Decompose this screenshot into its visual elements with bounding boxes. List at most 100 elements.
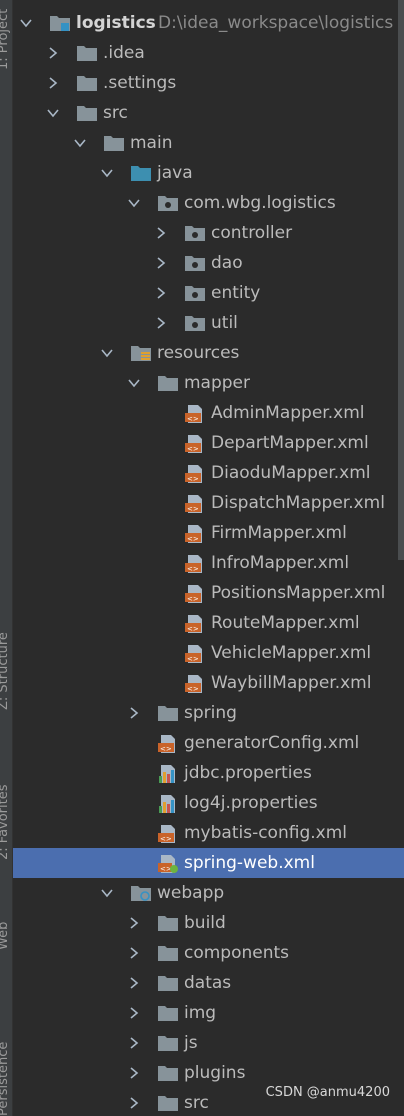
tree-row[interactable]: components [13, 938, 404, 968]
chevron-right-icon[interactable] [45, 68, 61, 98]
properties-file-icon [157, 788, 179, 818]
chevron-down-icon[interactable] [99, 338, 115, 368]
folder-icon [157, 368, 179, 398]
tree-item-label: log4j.properties [184, 793, 318, 813]
tree-row[interactable]: <> DiaoduMapper.xml [13, 458, 404, 488]
tree-item-label: AdminMapper.xml [211, 403, 365, 423]
tree-row[interactable]: <> PositionsMapper.xml [13, 578, 404, 608]
tree-row[interactable]: log4j.properties [13, 788, 404, 818]
tree-row[interactable]: webapp [13, 878, 404, 908]
tree-item-label: WaybillMapper.xml [211, 673, 372, 693]
resources-folder-icon [130, 338, 152, 368]
tree-row[interactable]: plugins [13, 1058, 404, 1088]
vertical-scrollbar[interactable] [398, 0, 404, 560]
tree-row[interactable]: resources [13, 338, 404, 368]
chevron-down-icon[interactable] [126, 188, 142, 218]
chevron-right-icon[interactable] [45, 38, 61, 68]
folder-icon [157, 1088, 179, 1116]
tree-row[interactable]: .idea [13, 38, 404, 68]
tree-row[interactable]: .settings [13, 68, 404, 98]
package-icon [157, 188, 179, 218]
tree-row[interactable]: com.wbg.logistics [13, 188, 404, 218]
tree-row[interactable]: <> FirmMapper.xml [13, 518, 404, 548]
tree-row[interactable]: <> RouteMapper.xml [13, 608, 404, 638]
tree-item-label: DepartMapper.xml [211, 433, 369, 453]
xml-file-icon: <> [184, 428, 206, 458]
tree-row[interactable]: util [13, 308, 404, 338]
tree-row[interactable]: mapper [13, 368, 404, 398]
folder-icon [157, 698, 179, 728]
tree-item-label: js [184, 1033, 198, 1053]
tree-item-label: FirmMapper.xml [211, 523, 347, 543]
chevron-right-icon[interactable] [126, 1088, 142, 1116]
folder-icon [76, 98, 98, 128]
xml-file-icon: <> [184, 638, 206, 668]
tree-row[interactable]: build [13, 908, 404, 938]
chevron-right-icon[interactable] [126, 908, 142, 938]
tree-row[interactable]: <> spring-web.xml [13, 848, 404, 878]
chevron-right-icon[interactable] [153, 218, 169, 248]
tree-row[interactable]: <> VehicleMapper.xml [13, 638, 404, 668]
tree-item-label: entity [211, 283, 261, 303]
tree-row-root[interactable]: logistics D:\idea_workspace\logistics [13, 8, 404, 38]
tree-row[interactable]: entity [13, 278, 404, 308]
tree-item-label: DispatchMapper.xml [211, 493, 385, 513]
chevron-right-icon[interactable] [126, 1058, 142, 1088]
tree-row[interactable]: datas [13, 968, 404, 998]
tree-item-label: com.wbg.logistics [184, 193, 336, 213]
chevron-down-icon[interactable] [99, 878, 115, 908]
tree-row[interactable]: <> AdminMapper.xml [13, 398, 404, 428]
tree-row[interactable]: <> WaybillMapper.xml [13, 668, 404, 698]
tree-row[interactable]: <> InfroMapper.xml [13, 548, 404, 578]
tree-row[interactable]: <> DispatchMapper.xml [13, 488, 404, 518]
tree-row[interactable]: main [13, 128, 404, 158]
tree-item-label: RouteMapper.xml [211, 613, 360, 633]
svg-text:<>: <> [187, 445, 199, 453]
tree-item-label: mapper [184, 373, 251, 393]
svg-text:<>: <> [187, 415, 199, 423]
package-icon [184, 278, 206, 308]
chevron-down-icon[interactable] [126, 368, 142, 398]
tree-item-label: spring [184, 703, 237, 723]
chevron-right-icon[interactable] [126, 698, 142, 728]
tree-row[interactable]: controller [13, 218, 404, 248]
tree-row[interactable]: <> mybatis-config.xml [13, 818, 404, 848]
svg-text:<>: <> [187, 475, 199, 483]
chevron-right-icon[interactable] [126, 938, 142, 968]
chevron-down-icon[interactable] [18, 8, 34, 38]
chevron-right-icon[interactable] [153, 278, 169, 308]
xml-file-icon: <> [184, 668, 206, 698]
tree-row[interactable]: img [13, 998, 404, 1028]
chevron-down-icon[interactable] [72, 128, 88, 158]
chevron-right-icon[interactable] [153, 308, 169, 338]
tree-item-label: .idea [103, 43, 145, 63]
chevron-right-icon[interactable] [126, 968, 142, 998]
tree-item-label: jdbc.properties [184, 763, 312, 783]
tree-row[interactable]: <> generatorConfig.xml [13, 728, 404, 758]
project-tree[interactable]: logistics D:\idea_workspace\logistics .i… [13, 0, 404, 1116]
tree-row[interactable]: src [13, 98, 404, 128]
spring-xml-file-icon: <> [157, 848, 179, 878]
chevron-right-icon[interactable] [153, 248, 169, 278]
tree-item-label: mybatis-config.xml [184, 823, 347, 843]
tree-row[interactable]: java [13, 158, 404, 188]
folder-icon [103, 128, 125, 158]
tree-row[interactable]: spring [13, 698, 404, 728]
tree-row[interactable]: js [13, 1028, 404, 1058]
tree-item-label: util [211, 313, 238, 333]
chevron-right-icon[interactable] [126, 998, 142, 1028]
tree-row[interactable]: jdbc.properties [13, 758, 404, 788]
chevron-down-icon[interactable] [99, 158, 115, 188]
chevron-down-icon[interactable] [45, 98, 61, 128]
chevron-right-icon[interactable] [126, 1028, 142, 1058]
tree-item-label: DiaoduMapper.xml [211, 463, 371, 483]
package-icon [184, 308, 206, 338]
tree-row[interactable]: dao [13, 248, 404, 278]
root-path: D:\idea_workspace\logistics [158, 13, 394, 33]
web-folder-icon [130, 878, 152, 908]
watermark: CSDN @anmu4200 [265, 1085, 390, 1100]
folder-icon [157, 908, 179, 938]
tree-row[interactable]: <> DepartMapper.xml [13, 428, 404, 458]
folder-icon [157, 1058, 179, 1088]
tree-item-label: src [103, 103, 128, 123]
